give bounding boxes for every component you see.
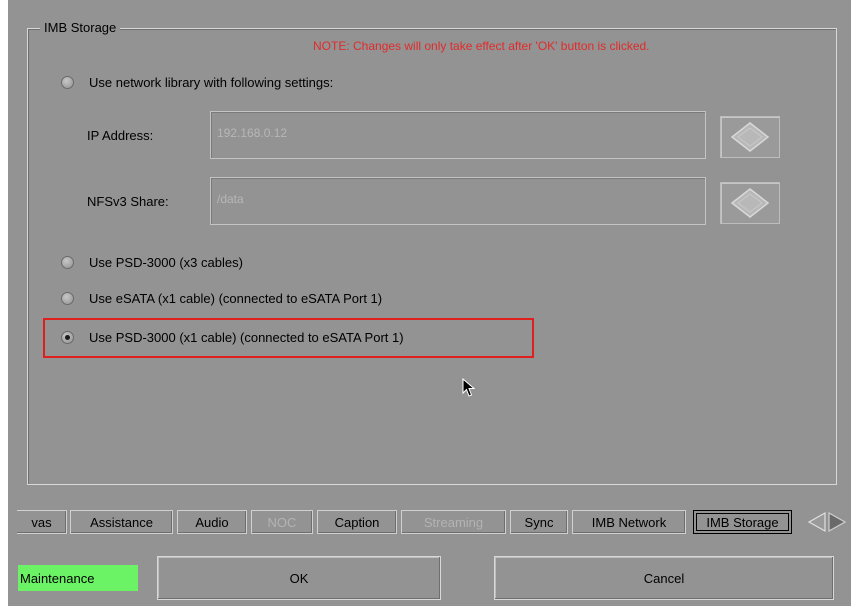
ip-address-field[interactable]: 192.168.0.12 — [210, 111, 706, 159]
radio-esata-x1[interactable]: Use eSATA (x1 cable) (connected to eSATA… — [61, 291, 382, 306]
radio-psd3000-x3[interactable]: Use PSD-3000 (x3 cables) — [61, 255, 243, 270]
ip-address-label: IP Address: — [87, 128, 154, 143]
radio-psd3000-x1[interactable]: Use PSD-3000 (x1 cable) (connected to eS… — [61, 330, 404, 345]
ip-keypad-button[interactable] — [720, 116, 780, 158]
tab-streaming[interactable]: Streaming — [401, 510, 506, 534]
radio-label: Use eSATA (x1 cable) (connected to eSATA… — [89, 291, 383, 306]
nfs-share-field[interactable]: /data — [210, 177, 706, 225]
mouse-pointer-icon — [462, 378, 476, 397]
radio-button[interactable] — [61, 76, 74, 89]
tab-audio[interactable]: Audio — [177, 510, 247, 534]
group-title: IMB Storage — [40, 20, 121, 35]
tab-scroll-left-icon[interactable] — [807, 511, 826, 533]
tab-assistance[interactable]: Assistance — [70, 510, 173, 534]
radio-button[interactable] — [61, 331, 74, 344]
tab-canvas[interactable]: vas — [17, 510, 67, 534]
cancel-button[interactable]: Cancel — [494, 556, 834, 600]
radio-button[interactable] — [61, 292, 74, 305]
radio-label: Use network library with following setti… — [89, 75, 334, 90]
ok-button[interactable]: OK — [157, 556, 441, 600]
tab-imb-network[interactable]: IMB Network — [572, 510, 686, 534]
radio-label: Use PSD-3000 (x3 cables) — [89, 255, 243, 270]
radio-label: Use PSD-3000 (x1 cable) (connected to eS… — [89, 330, 404, 345]
tab-scroll-buttons — [805, 510, 849, 534]
radio-network-library[interactable]: Use network library with following setti… — [61, 75, 333, 90]
status-badge: Maintenance — [18, 565, 138, 591]
diamond-keypad-icon — [730, 122, 770, 152]
nfs-share-label: NFSv3 Share: — [87, 194, 169, 209]
diamond-keypad-icon — [730, 188, 770, 218]
tab-sync[interactable]: Sync — [510, 510, 568, 534]
radio-button[interactable] — [61, 256, 74, 269]
tab-imb-storage[interactable]: IMB Storage — [693, 510, 792, 534]
tab-noc[interactable]: NOC — [251, 510, 313, 534]
tab-caption[interactable]: Caption — [317, 510, 397, 534]
nfs-keypad-button[interactable] — [720, 182, 780, 224]
note-text: NOTE: Changes will only take effect afte… — [313, 39, 650, 53]
tab-scroll-right-icon[interactable] — [828, 511, 847, 533]
tab-bar: vas Assistance Audio NOC Caption Streami… — [17, 510, 851, 536]
